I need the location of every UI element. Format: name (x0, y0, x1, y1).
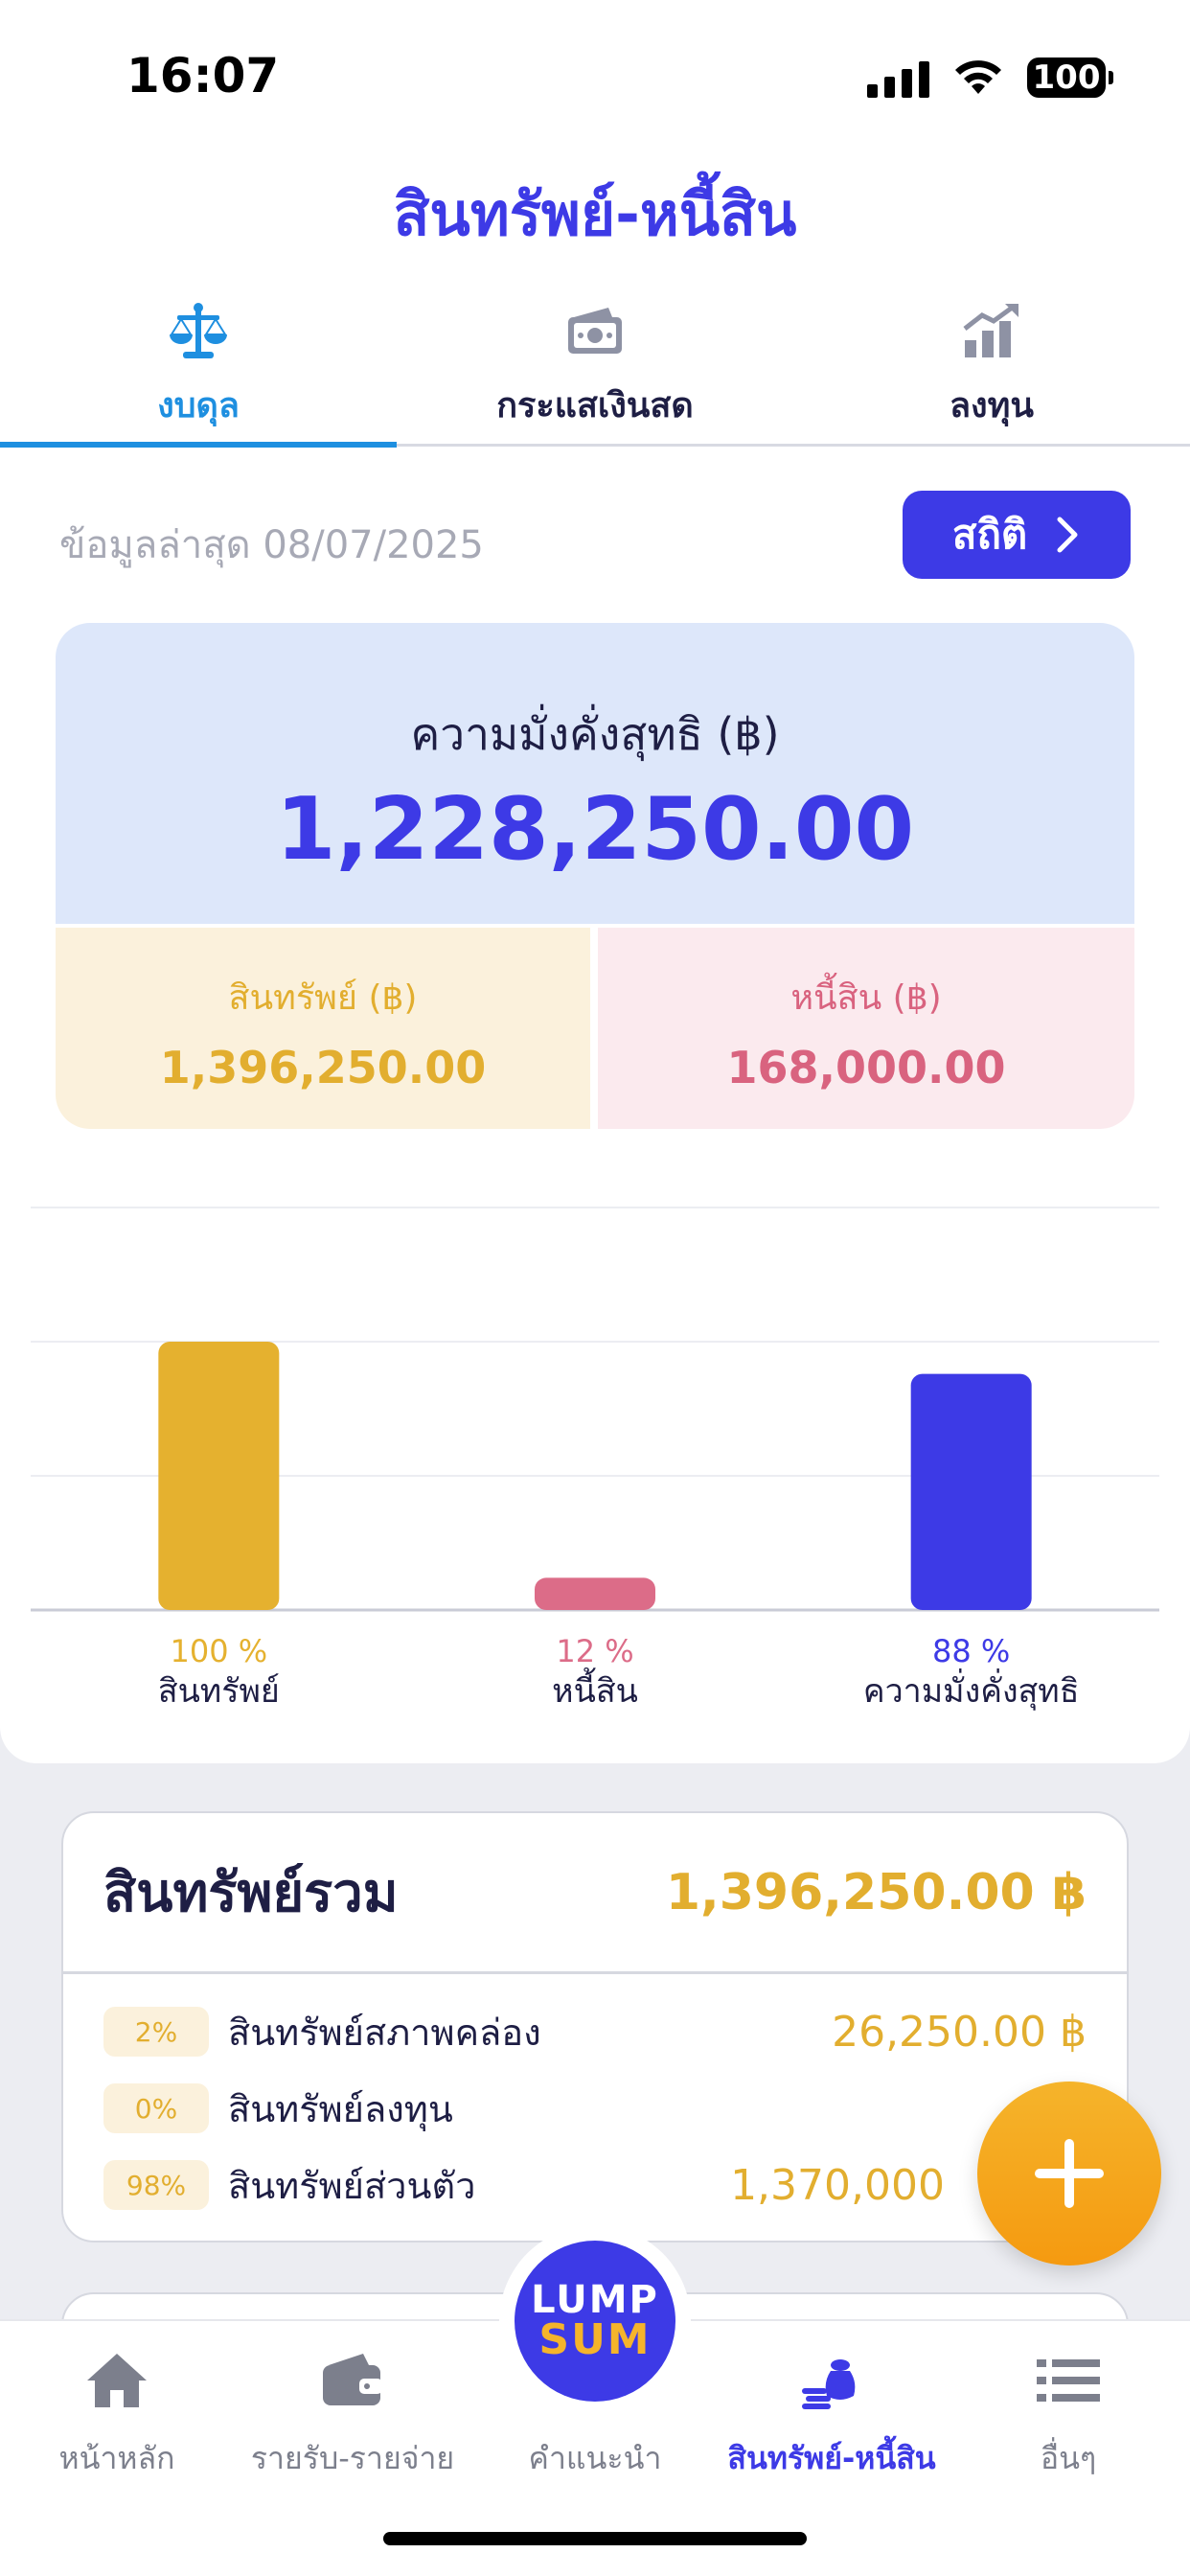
percent-badge: 98% (103, 2160, 209, 2210)
nav-assets-liabilities[interactable]: สินทรัพย์-หนี้สิน (727, 2342, 936, 2483)
growth-chart-icon (958, 297, 1025, 364)
asset-row-label: สินทรัพย์ลงทุน (228, 2087, 453, 2130)
nav-home[interactable]: หน้าหลัก (50, 2342, 184, 2483)
battery-icon: 100 (1027, 58, 1113, 98)
assets-label: สินทรัพย์ (฿) (228, 978, 418, 1018)
balance-scale-icon (165, 297, 232, 364)
tab-label: งบดุล (157, 386, 240, 426)
plus-icon (1035, 2139, 1104, 2208)
add-button[interactable] (977, 2082, 1161, 2266)
home-icon (79, 2342, 155, 2419)
tab-cash-flow[interactable]: กระแสเงินสด (397, 288, 793, 444)
liabilities-panel: หนี้สิน (฿) 168,000.00 (598, 928, 1134, 1129)
menu-list-icon (1030, 2342, 1107, 2419)
percent-badge: 2% (103, 2007, 209, 2057)
chart-bar (158, 1342, 280, 1610)
nav-label: คำแนะนำ (528, 2440, 662, 2476)
asset-row-liquid[interactable]: 2% สินทรัพย์สภาพคล่อง 26,250.00 ฿ (63, 1993, 1127, 2070)
page-title: สินทรัพย์-หนี้สิน (393, 179, 797, 249)
nav-income-expense[interactable]: รายรับ-รายจ่าย (251, 2342, 454, 2483)
asset-row-label: สินทรัพย์สภาพคล่อง (228, 2011, 541, 2054)
logo-text-top: LUMP (531, 2278, 659, 2322)
tab-label: ลงทุน (950, 386, 1034, 426)
nav-more[interactable]: อื่นๆ (1016, 2342, 1121, 2483)
net-worth-card: ความมั่งคั่งสุทธิ (฿) 1,228,250.00 สินทร… (56, 623, 1134, 1129)
asset-row-investment[interactable]: 0% สินทรัพย์ลงทุน (63, 2070, 1127, 2147)
assets-value: 1,396,250.00 (159, 1042, 487, 1093)
home-indicator (383, 2532, 807, 2545)
asset-row-value: 1,370,000 (730, 2160, 945, 2210)
chart-category-label: สินทรัพย์ (158, 1672, 280, 1711)
cellular-signal-icon (867, 59, 929, 98)
lumpsum-logo-button[interactable]: LUMP SUM (499, 2225, 691, 2417)
wifi-icon (955, 60, 1001, 94)
status-bar: 16:07 100 (0, 0, 1190, 144)
tab-balance-sheet[interactable]: งบดุล (0, 288, 397, 448)
chart-value-label: 12 % (556, 1633, 633, 1669)
chart-bar (535, 1577, 655, 1610)
statistics-button[interactable]: สถิติ (903, 491, 1131, 579)
money-bag-icon (793, 2342, 870, 2419)
net-worth-bar-chart: 100 %สินทรัพย์ 12 %หนี้สิน 88 %ความมั่งคั่… (31, 1207, 1159, 1711)
logo-text-bottom: SUM (538, 2315, 652, 2364)
chart-category-label: หนี้สิน (552, 1668, 638, 1711)
net-worth-label: ความมั่งคั่งสุทธิ (฿) (410, 708, 780, 760)
total-assets-value: 1,396,250.00 ฿ (665, 1863, 1087, 1921)
chart-value-label: 88 % (932, 1633, 1010, 1669)
percent-badge: 0% (103, 2083, 209, 2133)
assets-panel: สินทรัพย์ (฿) 1,396,250.00 (56, 928, 590, 1129)
cash-icon (561, 297, 629, 364)
chart-bar (910, 1373, 1032, 1610)
nav-label: รายรับ-รายจ่าย (250, 2440, 455, 2476)
asset-row-label: สินทรัพย์ส่วนตัว (228, 2164, 476, 2207)
net-worth-panel: ความมั่งคั่งสุทธิ (฿) 1,228,250.00 (56, 623, 1134, 924)
liabilities-label: หนี้สิน (฿) (790, 978, 942, 1018)
lumpsum-logo: LUMP SUM (515, 2241, 675, 2402)
chevron-right-icon (1057, 517, 1078, 553)
total-assets-card[interactable]: สินทรัพย์รวม 1,396,250.00 ฿ 2% สินทรัพย์… (61, 1811, 1129, 2242)
liabilities-value: 168,000.00 (726, 1042, 1006, 1093)
last-updated-text: ข้อมูลล่าสุด 08/07/2025 (59, 523, 484, 567)
asset-row-value: 26,250.00 ฿ (832, 2007, 1087, 2057)
chart-value-label: 100 % (171, 1633, 268, 1669)
tab-bar: งบดุล กระแสเงินสด ลงทุน (0, 288, 1190, 448)
tab-label: กระแสเงินสด (496, 386, 694, 426)
statistics-button-label: สถิติ (951, 511, 1028, 558)
net-worth-value: 1,228,250.00 (275, 779, 915, 880)
wallet-icon (314, 2342, 391, 2419)
status-time: 16:07 (126, 48, 280, 104)
nav-label: สินทรัพย์-หนี้สิน (727, 2440, 936, 2476)
total-assets-header: สินทรัพย์รวม 1,396,250.00 ฿ (63, 1813, 1127, 1974)
total-assets-title: สินทรัพย์รวม (103, 1862, 399, 1924)
nav-label: อื่นๆ (1040, 2440, 1097, 2476)
tab-invest[interactable]: ลงทุน (793, 288, 1190, 444)
asset-row-personal[interactable]: 98% สินทรัพย์ส่วนตัว 1,370,000 (63, 2147, 1127, 2223)
chart-category-label: ความมั่งคั่งสุทธิ (863, 1668, 1080, 1711)
nav-label: หน้าหลัก (58, 2440, 175, 2476)
